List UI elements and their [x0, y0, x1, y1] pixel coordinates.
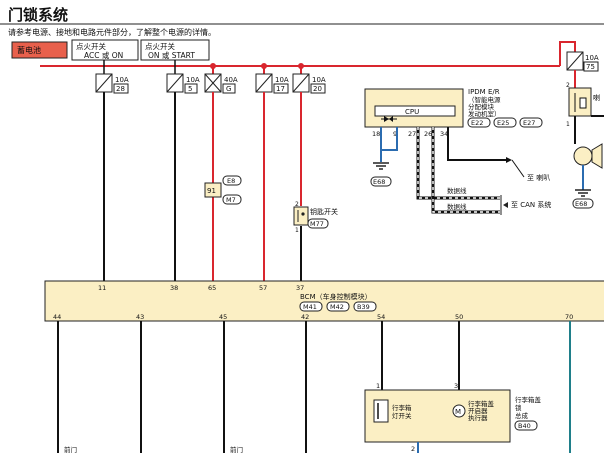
horn-leader	[511, 159, 525, 178]
fuse-g: 40A G	[204, 73, 238, 94]
ipdm-pin-26: 26	[424, 130, 432, 138]
bcm-pin-45: 45	[219, 313, 227, 321]
connector-e27-label: E27	[523, 119, 535, 127]
fuse-17-amp: 10A	[275, 76, 289, 84]
fuse-17-number: 17	[276, 85, 285, 93]
fuse-5-number: 5	[188, 85, 192, 93]
fuse-5: 10A 5	[166, 73, 200, 94]
fuse-75-amp: 10A	[585, 54, 599, 62]
relay-pin-bottom: 1	[566, 121, 570, 128]
trunk-assembly-label-2: 锁	[515, 403, 522, 412]
fuse-20-number: 20	[313, 85, 322, 93]
trunk-pin-2: 2	[411, 445, 415, 453]
connector-b40-label: B40	[518, 422, 531, 430]
fuse-75: 10A 75	[566, 51, 599, 72]
trunk-assembly-label-1: 行李箱盖	[515, 395, 542, 404]
bcm-pin-38: 38	[170, 284, 178, 292]
bottom-label-front-door-1: 前门	[64, 445, 77, 453]
ground-icon	[575, 189, 591, 197]
motor-m-glyph: M	[455, 408, 461, 416]
horn-label: 至 喇叭	[527, 173, 550, 182]
relay-label: 喇	[593, 93, 600, 102]
ipdm-pin-27: 27	[408, 130, 416, 138]
ipdm-line-3: 发动机室）	[468, 109, 501, 118]
bcm-pin-50: 50	[455, 313, 463, 321]
fuse-17: 10A 17	[255, 73, 289, 94]
ignition-acc-line2: ACC 或 ON	[84, 50, 123, 60]
horn-icon	[573, 146, 593, 166]
connector-e68-right-label: E68	[575, 200, 587, 208]
connector-e68-label: E68	[373, 178, 385, 186]
connector-m42-label: M42	[330, 303, 344, 311]
ignition-start-line1: 点火开关	[145, 41, 175, 51]
connector-m7-label: M7	[226, 196, 236, 204]
schematic-canvas: 门锁系统 请参考电源、接地和电路元件部分，了解整个电源的详情。 蓄电池 点火开关…	[0, 6, 604, 453]
relay-coil-icon	[579, 97, 587, 109]
page-title: 门锁系统	[8, 6, 68, 24]
bcm-pin-11: 11	[98, 284, 106, 292]
trunk-lamp-switch-icon	[373, 399, 389, 423]
data-line-label-2: 数据线	[447, 202, 467, 211]
ignition-start-line2: ON 或 START	[148, 50, 195, 60]
bcm-pin-37: 37	[296, 284, 304, 292]
bcm-pin-57: 57	[259, 284, 267, 292]
fuse-75-number: 75	[586, 63, 595, 71]
connector-m77-label: M77	[310, 220, 324, 228]
page-subtitle: 请参考电源、接地和电路元件部分，了解整个电源的详情。	[8, 27, 216, 37]
fuse-28-amp: 10A	[115, 76, 129, 84]
ground-icon	[373, 162, 389, 170]
wiring-diagram: 门锁系统 请参考电源、接地和电路元件部分，了解整个电源的详情。 蓄电池 点火开关…	[0, 0, 604, 453]
trunk-switch-label-2: 灯开关	[392, 411, 412, 420]
key-switch-label: 钥匙开关	[310, 207, 338, 216]
bcm-pin-44: 44	[53, 313, 61, 321]
bcm-title: BCM（车身控制模块）	[300, 292, 372, 301]
ipdm-title: IPDM E/R	[468, 88, 500, 96]
battery-label: 蓄电池	[17, 45, 41, 55]
fuse-g-amp: 40A	[224, 76, 238, 84]
horn-arrow-icon	[506, 157, 512, 163]
joint-connector-91-label: 91	[207, 187, 216, 195]
key-switch-pin-bottom: 1	[295, 227, 299, 234]
horn-bell-icon	[591, 143, 603, 169]
bcm-pin-43: 43	[136, 313, 144, 321]
ipdm-pin-18: 18	[372, 130, 380, 138]
trunk-pin-1: 1	[376, 382, 380, 390]
bcm-pin-65: 65	[208, 284, 216, 292]
trunk-motor-label-3: 执行器	[468, 413, 488, 422]
bcm-pin-42: 42	[301, 313, 309, 321]
bcm-pin-70: 70	[565, 313, 573, 321]
bcm-module	[44, 280, 604, 322]
connector-m41-label: M41	[303, 303, 317, 311]
fuse-g-number: G	[226, 85, 231, 93]
can-system-label: 至 CAN 系统	[511, 200, 551, 209]
trunk-assembly-label-3: 总成	[515, 411, 529, 420]
fuse-28-number: 28	[116, 85, 125, 93]
fuse-5-amp: 10A	[186, 76, 200, 84]
horn-output-wire	[447, 127, 510, 161]
ipdm-cpu-label: CPU	[405, 108, 419, 116]
fuse-20: 10A 20	[292, 73, 326, 94]
trunk-pin-3: 3	[454, 382, 458, 390]
trunk-switch-label-1: 行李箱	[392, 403, 412, 412]
fuse-28: 10A 28	[95, 73, 129, 94]
connector-b39-label: B39	[357, 303, 370, 311]
connector-e22-label: E22	[471, 119, 483, 127]
connector-e25-label: E25	[497, 119, 509, 127]
fuse-20-amp: 10A	[312, 76, 326, 84]
bcm-pin-54: 54	[377, 313, 385, 321]
connector-e8-label: E8	[227, 177, 235, 185]
can-arrow-icon	[503, 202, 508, 208]
bottom-label-front-door-2: 前门	[230, 445, 243, 453]
data-line-label-1: 数据线	[447, 186, 467, 195]
ignition-acc-line1: 点火开关	[76, 41, 106, 51]
